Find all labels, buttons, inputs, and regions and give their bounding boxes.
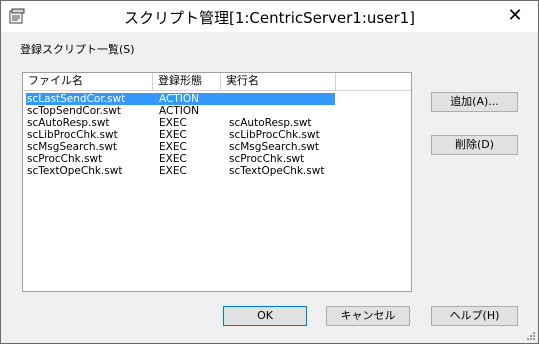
cell-filename: scLastSendCor.swt: [27, 93, 126, 105]
list-header: ファイル名 登録形態 実行名: [23, 73, 411, 91]
cell-exec: scLibProcChk.swt: [229, 129, 320, 141]
registered-scripts-label: 登録スクリプト一覧(S): [20, 43, 135, 56]
column-header-exec-name[interactable]: 実行名: [221, 73, 336, 90]
window-title: スクリプト管理[1:CentricServer1:user1]: [123, 9, 416, 27]
cancel-button[interactable]: キャンセル: [326, 306, 410, 326]
ok-button[interactable]: OK: [223, 306, 307, 326]
column-header-filename[interactable]: ファイル名: [23, 73, 153, 90]
close-button[interactable]: ✕: [492, 1, 538, 32]
cell-exec: scAutoResp.swt: [229, 117, 312, 129]
list-body: scLastSendCor.swt ACTION scTopSendCor.sw…: [23, 93, 411, 177]
cell-type: EXEC: [159, 141, 187, 153]
list-row[interactable]: scMsgSearch.swt EXEC scMsgSearch.swt: [23, 141, 411, 153]
script-list[interactable]: ファイル名 登録形態 実行名 scLastSendCor.swt ACTION …: [22, 72, 412, 292]
cell-type: EXEC: [159, 165, 187, 177]
cell-filename: scLibProcChk.swt: [27, 129, 118, 141]
list-row[interactable]: scAutoResp.swt EXEC scAutoResp.swt: [23, 117, 411, 129]
resize-grip-icon[interactable]: [526, 331, 536, 341]
cell-type: EXEC: [159, 153, 187, 165]
cell-type: EXEC: [159, 117, 187, 129]
list-row[interactable]: scProcChk.swt EXEC scProcChk.swt: [23, 153, 411, 165]
script-manager-dialog: スクリプト管理[1:CentricServer1:user1] ✕ 登録スクリプ…: [0, 0, 539, 344]
cell-type: ACTION: [159, 105, 199, 117]
cell-filename: scMsgSearch.swt: [27, 141, 118, 153]
close-icon: ✕: [507, 5, 523, 26]
cell-filename: scProcChk.swt: [27, 153, 103, 165]
help-button[interactable]: ヘルプ(H): [431, 306, 518, 326]
cell-exec: scTextOpeChk.swt: [229, 165, 325, 177]
add-button[interactable]: 追加(A)...: [431, 92, 518, 112]
cell-filename: scTextOpeChk.swt: [27, 165, 123, 177]
cell-exec: scMsgSearch.swt: [229, 141, 320, 153]
cell-filename: scTopSendCor.swt: [27, 105, 122, 117]
list-row-selected[interactable]: scLastSendCor.swt ACTION: [23, 93, 411, 105]
cell-exec: scProcChk.swt: [229, 153, 305, 165]
delete-button[interactable]: 削除(D): [431, 135, 518, 155]
column-header-registration-type[interactable]: 登録形態: [153, 73, 221, 90]
cell-type: EXEC: [159, 129, 187, 141]
list-row[interactable]: scTopSendCor.swt ACTION: [23, 105, 411, 117]
list-row[interactable]: scTextOpeChk.swt EXEC scTextOpeChk.swt: [23, 165, 411, 177]
cell-filename: scAutoResp.swt: [27, 117, 110, 129]
cell-type: ACTION: [159, 93, 199, 105]
title-bar[interactable]: スクリプト管理[1:CentricServer1:user1] ✕: [1, 1, 538, 32]
list-row[interactable]: scLibProcChk.swt EXEC scLibProcChk.swt: [23, 129, 411, 141]
